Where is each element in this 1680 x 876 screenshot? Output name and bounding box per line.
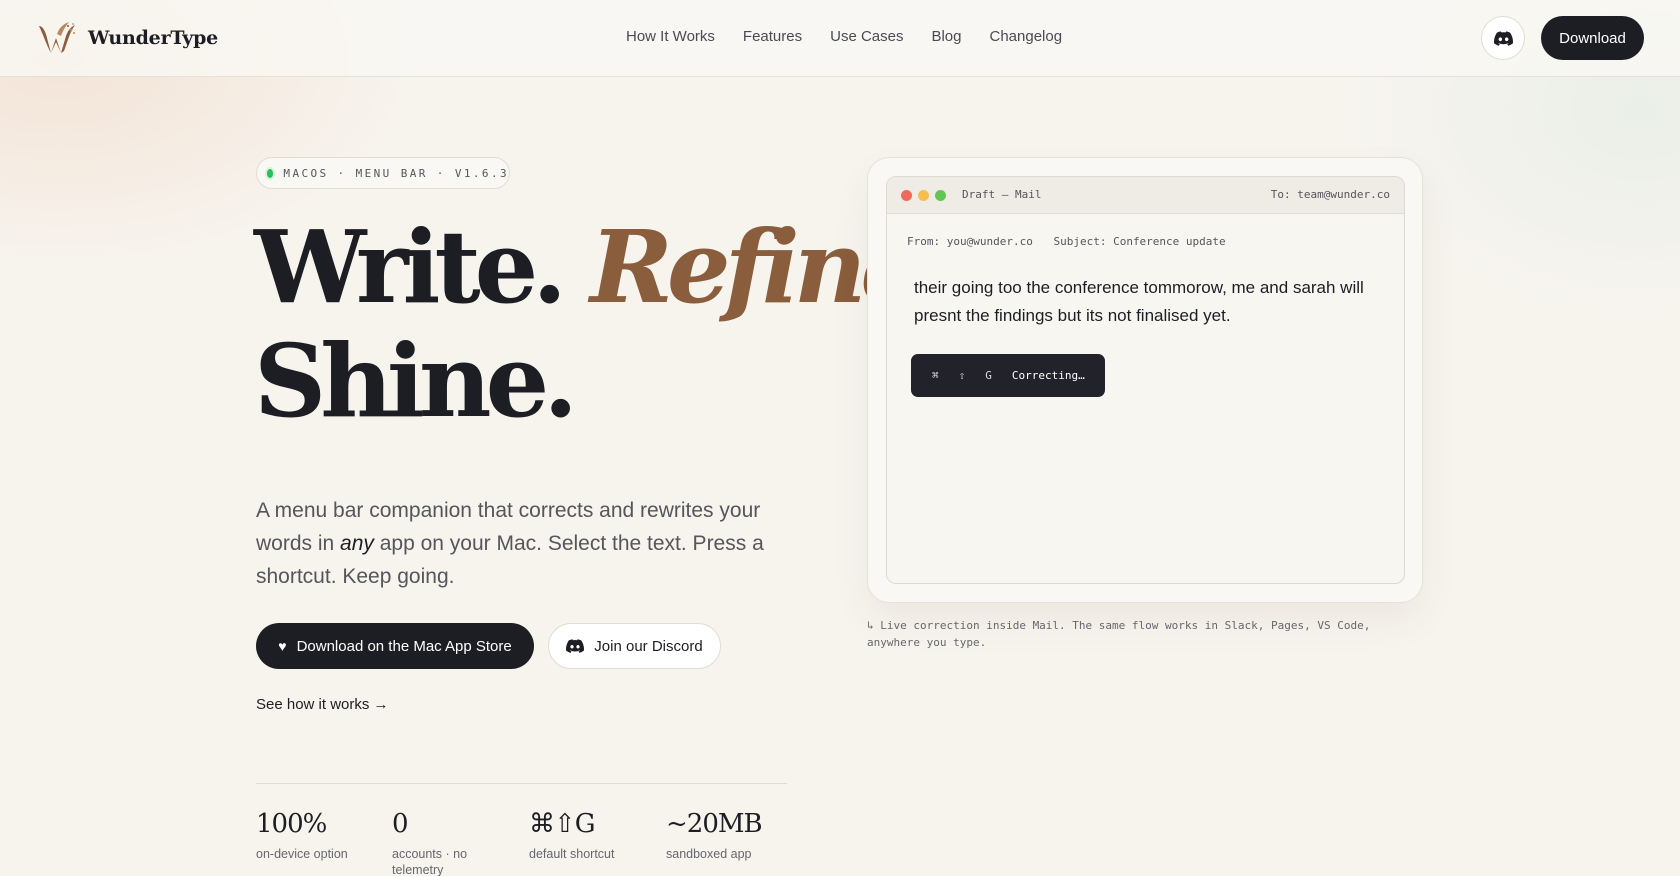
see-how-it-works-link[interactable]: See how it works → — [256, 696, 389, 713]
background-glow — [0, 0, 1680, 876]
g-key: G — [985, 369, 992, 382]
nav-links: How It Works Features Use Cases Blog Cha… — [626, 28, 1090, 45]
nav-link-changelog[interactable]: Changelog — [990, 28, 1063, 45]
nav-link-features[interactable]: Features — [743, 28, 802, 45]
download-button[interactable]: Download — [1541, 16, 1644, 60]
command-key-icon: ⌘ — [932, 369, 939, 382]
stat-value: ⌘⇧G — [529, 809, 596, 839]
shift-key-icon: ⇧ — [958, 369, 966, 382]
brand[interactable]: WunderType — [37, 20, 218, 56]
mac-app-store-label: Download on the Mac App Store — [296, 637, 512, 655]
status-dot-icon — [267, 168, 274, 178]
stat-value: 100% — [256, 809, 327, 839]
mail-subject: Subject: Conference update — [1053, 235, 1226, 248]
correcting-status: Correcting… — [1011, 369, 1085, 382]
mail-titlebar: Draft — Mail To: team@wunder.co — [887, 177, 1404, 214]
discord-button[interactable] — [1481, 16, 1525, 60]
version-badge: MACOS · MENU BAR · V1.6.3 — [256, 157, 510, 189]
hero-lead: A menu bar companion that corrects and r… — [256, 494, 796, 593]
mail-mockup-window: Draft — Mail To: team@wunder.co From: yo… — [886, 176, 1405, 584]
stat-on-device: 100% on-device option — [256, 806, 381, 862]
stat-label: accounts · no telemetry — [392, 847, 468, 876]
mail-from: From: you@wunder.co — [907, 235, 1033, 248]
nav-link-blog[interactable]: Blog — [931, 28, 961, 45]
stat-value: 0 — [392, 809, 409, 839]
lead-emphasis: any — [340, 532, 374, 555]
nav-link-use-cases[interactable]: Use Cases — [830, 28, 903, 45]
mail-window-title: Draft — Mail — [962, 188, 1042, 201]
stat-app-size: ~20MB sandboxed app — [666, 806, 791, 862]
discord-icon — [1493, 30, 1513, 46]
correcting-toast: ⌘ ⇧ G Correcting… — [911, 354, 1105, 397]
mockup-caption: ↳ Live correction inside Mail. The same … — [867, 619, 1371, 649]
stat-shortcut: ⌘⇧G default shortcut — [529, 806, 654, 862]
brand-name: WunderType — [88, 27, 219, 49]
nav-link-how-it-works[interactable]: How It Works — [626, 28, 715, 45]
discord-icon — [566, 639, 585, 653]
heart-icon: ♥ — [278, 638, 287, 654]
stat-accounts: 0 accounts · no telemetry — [392, 806, 517, 876]
close-traffic-light-icon — [901, 190, 912, 201]
stats-divider — [256, 783, 787, 784]
minimize-traffic-light-icon — [918, 190, 929, 201]
stat-label: default shortcut — [529, 847, 615, 861]
top-nav: WunderType How It Works Features Use Cas… — [0, 0, 1680, 77]
mac-app-store-button[interactable]: ♥ Download on the Mac App Store — [256, 623, 534, 669]
mail-meta: From: you@wunder.co Subject: Conference … — [907, 235, 1240, 248]
headline-word-write: Write. — [254, 208, 567, 326]
stat-label: sandboxed app — [666, 847, 752, 861]
version-badge-text: MACOS · MENU BAR · V1.6.3 — [283, 166, 509, 180]
zoom-traffic-light-icon — [935, 190, 946, 201]
butterfly-w-logo — [39, 22, 75, 53]
mail-recipient: To: team@wunder.co — [1270, 188, 1390, 201]
headline-word-shine: Shine. — [254, 322, 578, 440]
mail-body-text: their going too the conference tommorow,… — [914, 278, 1364, 325]
join-discord-button[interactable]: Join our Discord — [548, 623, 721, 669]
hero-headline: Write. Refine. Shine. — [254, 208, 953, 440]
stat-value: ~20MB — [666, 809, 763, 839]
join-discord-label: Join our Discord — [594, 637, 703, 655]
stat-label: on-device option — [256, 847, 348, 861]
